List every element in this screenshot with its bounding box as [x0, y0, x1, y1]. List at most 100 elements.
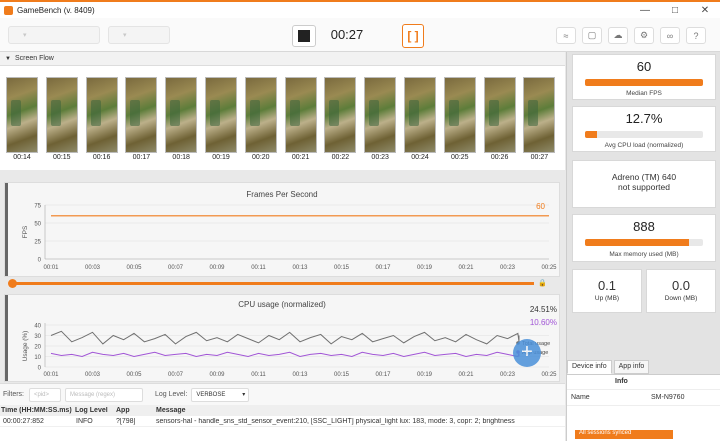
cpu-x-tick-label: 00:01 [43, 372, 59, 378]
max-memory-label: Max memory used (MB) [609, 251, 679, 258]
download-card[interactable]: 0.0 Down (MB) [646, 269, 716, 313]
thumbnail-timestamp: 00:27 [530, 154, 549, 161]
col-time[interactable]: Time (HH:MM:SS.ms) [1, 407, 72, 414]
median-fps-label: Median FPS [626, 90, 662, 97]
log-table: Time (HH:MM:SS.ms) Log Level App Message… [0, 405, 565, 441]
screenshot-thumbnail[interactable] [523, 77, 556, 153]
log-level-value: VERBOSE [196, 391, 226, 398]
median-fps-card[interactable]: 60 Median FPS [572, 54, 716, 100]
lock-icon[interactable]: 🔒 [538, 279, 547, 287]
col-log-level[interactable]: Log Level [75, 407, 108, 414]
fps-x-tick-label: 00:19 [417, 265, 433, 271]
screenshot-thumbnail[interactable] [6, 77, 38, 153]
screenshot-thumbnail[interactable] [165, 77, 198, 153]
collapse-triangle-icon[interactable]: ▼ [5, 56, 11, 62]
avg-cpu-card[interactable]: 12.7% Avg CPU load (normalized) [572, 106, 716, 152]
gpu-card[interactable]: Adreno (TM) 640 not supported [572, 160, 716, 208]
app-select[interactable]: ▾ [108, 26, 170, 44]
screenshot-thumbnail[interactable] [364, 77, 397, 153]
download-value: 0.0 [671, 278, 691, 293]
stop-button[interactable] [292, 25, 316, 47]
cpu-total-usage-line [50, 330, 520, 345]
timeline-handle[interactable] [8, 279, 17, 288]
cpu-x-tick-label: 00:23 [500, 372, 516, 378]
log-table-header: Time (HH:MM:SS.ms) Log Level App Message [0, 405, 565, 416]
title-bar: GameBench (v. 8409) — □ ✕ [0, 0, 720, 18]
max-memory-value: 888 [633, 219, 655, 234]
fps-y-tick-label: 25 [34, 240, 41, 246]
cpu-app-current-value: 10.60% [530, 318, 557, 327]
upload-value: 0.1 [597, 278, 617, 293]
window-title: GameBench (v. 8409) [17, 5, 95, 15]
tab-device-info[interactable]: Device info [567, 360, 612, 374]
tab-app-info[interactable]: App info [613, 360, 650, 374]
fps-current-value: 60 [536, 202, 545, 211]
marker-button[interactable]: [ ] [402, 24, 424, 48]
fps-y-tick-label: 0 [38, 258, 42, 264]
screenshot-thumbnail[interactable] [324, 77, 357, 153]
log-level-select[interactable]: VERBOSE ▾ [191, 387, 250, 402]
message-filter-input[interactable]: Message (regex) [65, 387, 143, 402]
screenshot-thumbnail[interactable] [85, 77, 118, 153]
minimize-icon[interactable]: — [630, 2, 660, 18]
fps-x-tick-label: 00:01 [43, 265, 59, 271]
screen-flow-header[interactable]: ▼ Screen Flow [0, 52, 565, 66]
thumbnail-timestamp: 00:19 [212, 154, 230, 161]
cpu-x-tick-label: 00:17 [375, 372, 391, 378]
fps-x-tick-label: 00:05 [126, 265, 142, 271]
max-memory-card[interactable]: 888 Max memory used (MB) [572, 214, 716, 262]
fps-x-tick-label: 00:13 [292, 265, 308, 271]
screenshot-thumbnail[interactable] [205, 77, 237, 153]
max-memory-bar-fill [585, 239, 689, 246]
toolbar: ▾ ▾ 00:27 [ ] ≈ ▢ ☁ ⚙ ∞ ? [0, 18, 720, 52]
device-select[interactable]: ▾ [8, 26, 100, 44]
download-label: Down (MB) [664, 295, 698, 302]
timeline-slider[interactable]: 🔒 [8, 279, 548, 289]
maximize-icon[interactable]: □ [660, 2, 690, 18]
screenshot-thumbnail[interactable] [244, 77, 277, 153]
screenshot-thumbnail[interactable] [404, 77, 436, 153]
cpu-chart-panel: CPU usage (normalized) 40 30 20 10 0 00:01 00:… [4, 294, 560, 382]
cpu-x-tick-label: 00:05 [126, 372, 142, 378]
trash-icon[interactable]: ▢ [582, 27, 602, 44]
screen-flow-strip: 00:14 00:15 00:16 00:17 00:18 00:19 00:20 00:21… [0, 66, 565, 170]
help-icon[interactable]: ? [686, 27, 706, 44]
screenshot-thumbnail[interactable] [483, 77, 516, 153]
close-icon[interactable]: ✕ [690, 2, 720, 18]
col-message[interactable]: Message [156, 407, 186, 414]
log-filters: Filters: <pid> Message (regex) Log Level… [0, 383, 565, 405]
screenshot-thumbnail[interactable] [443, 77, 476, 153]
fps-y-tick-label: 50 [34, 222, 41, 228]
fps-chart: 75 50 25 000:01 00:03 00:05 00:07 00:09 00:11 00:… [22, 202, 557, 271]
avg-cpu-label: Avg CPU load (normalized) [604, 142, 684, 149]
log-row[interactable]: 00:00:27:852 INFO ?[798] sensors-hal - h… [0, 416, 565, 427]
cpu-x-tick-label: 00:25 [541, 372, 557, 378]
col-app[interactable]: App [116, 407, 130, 414]
screenshot-thumbnail[interactable] [284, 77, 317, 153]
gpu-status: not supported [618, 182, 670, 192]
max-memory-bar [585, 239, 703, 246]
thumbnail-timestamp: 00:15 [53, 154, 71, 161]
chevron-down-icon: ▾ [242, 392, 246, 398]
wifi-icon[interactable]: ≈ [556, 27, 576, 44]
zoom-plus-icon[interactable]: + [513, 339, 541, 367]
cpu-x-tick-label: 00:15 [334, 372, 350, 378]
share-icon[interactable]: ∞ [660, 27, 680, 44]
upload-card[interactable]: 0.1 Up (MB) [572, 269, 642, 313]
log-time: 00:00:27:852 [3, 417, 44, 425]
device-name-value: SM-N9760 [651, 394, 685, 401]
screenshot-thumbnail[interactable] [125, 77, 158, 153]
thumbnail-timestamp: 00:14 [13, 154, 31, 161]
thumbnail-timestamp: 00:22 [331, 154, 350, 161]
settings-icon[interactable]: ⚙ [634, 27, 654, 44]
cpu-x-tick-label: 00:11 [251, 372, 266, 378]
screen-flow-label: Screen Flow [14, 55, 54, 62]
cpu-chart: 40 30 20 10 000:01 00:03 00:05 00:07 00:09 00:11 0… [22, 305, 557, 378]
screenshot-thumbnail[interactable] [45, 77, 78, 153]
pid-filter-input[interactable]: <pid> [29, 387, 61, 402]
stop-icon [298, 30, 310, 42]
cloud-upload-icon[interactable]: ☁ [608, 27, 628, 44]
fps-x-tick-label: 00:09 [209, 265, 225, 271]
log-level: INFO [76, 417, 93, 425]
avg-cpu-bar-fill [585, 131, 597, 138]
